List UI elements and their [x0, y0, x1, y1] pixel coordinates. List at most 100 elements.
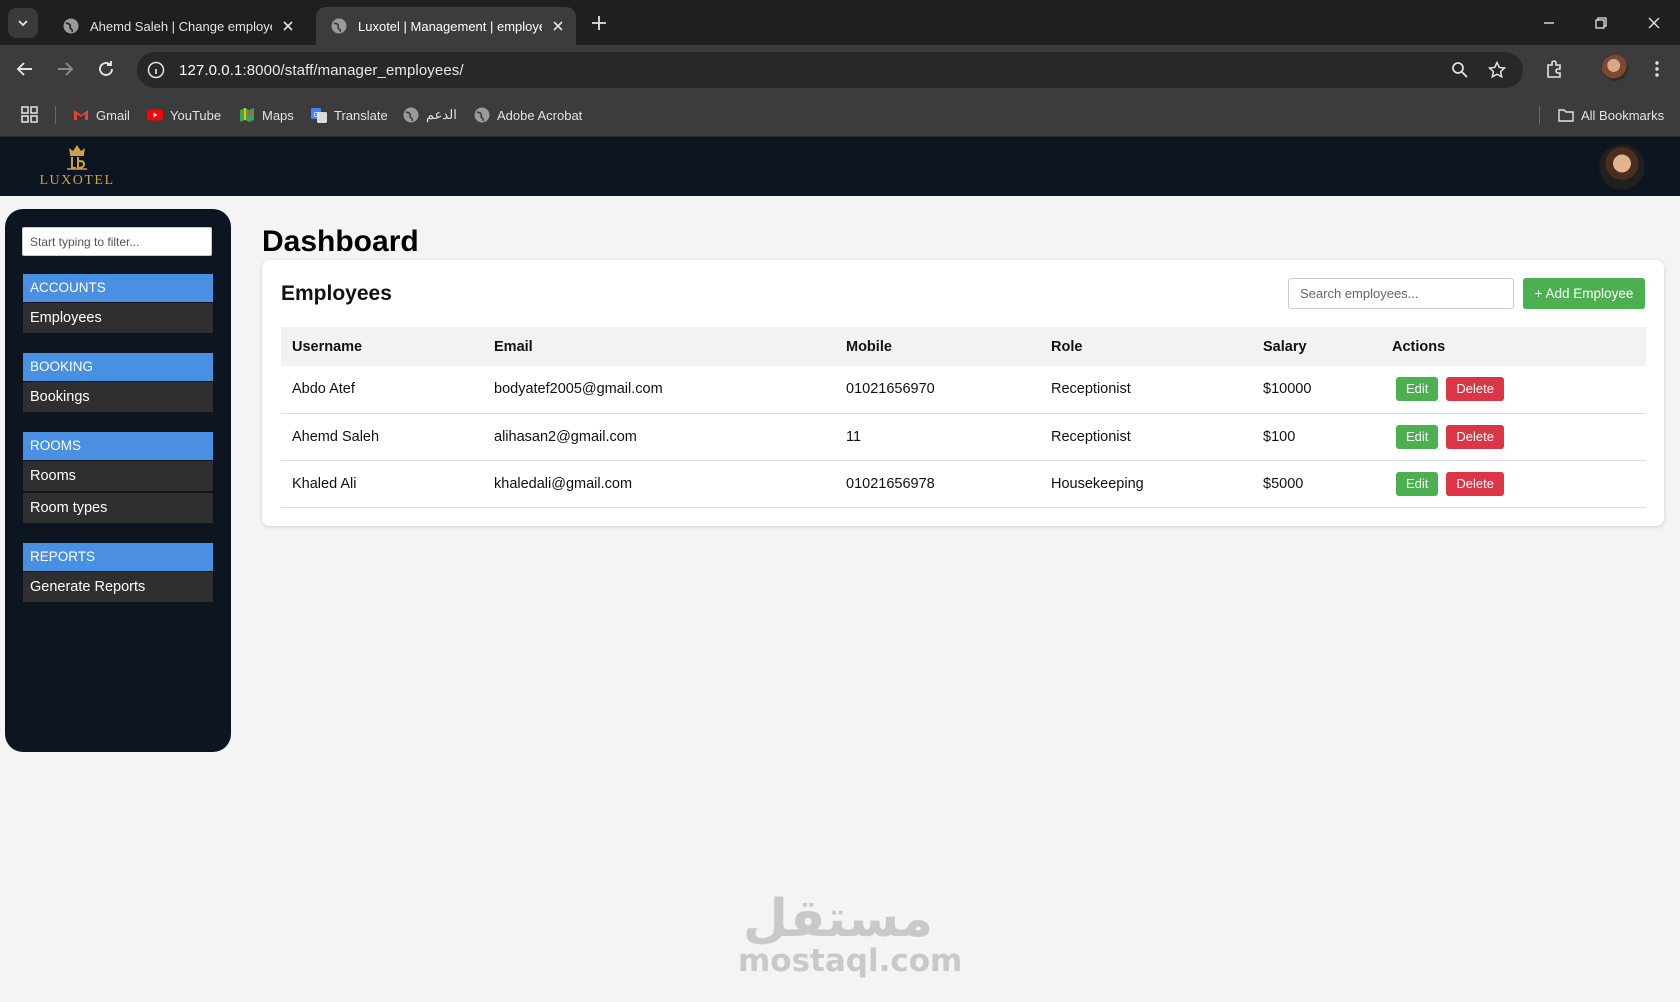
cell-mobile: 01021656970 — [835, 366, 1040, 414]
sidebar-item-employees[interactable]: Employees — [23, 303, 213, 333]
sidebar-section-reports[interactable]: REPORTS — [23, 543, 213, 571]
watermark-latin: mostaql.com — [738, 943, 963, 979]
luxotel-logo[interactable]: LUXOTEL — [38, 139, 116, 193]
youtube-icon — [147, 109, 163, 121]
sidebar-section-rooms[interactable]: ROOMS — [23, 432, 213, 460]
column-header-actions: Actions — [1381, 327, 1646, 366]
bookmarks-separator — [1539, 106, 1540, 124]
cell-username: Abdo Atef — [281, 366, 483, 414]
bookmark-translate[interactable]: G Translate — [310, 104, 388, 126]
bookmark-label: الدعم — [426, 107, 457, 122]
bookmark-label: Gmail — [96, 107, 130, 123]
user-avatar[interactable] — [1599, 144, 1645, 190]
star-bookmark-icon[interactable] — [1487, 60, 1507, 80]
cell-salary: $5000 — [1252, 460, 1381, 508]
sidebar-item-bookings[interactable]: Bookings — [23, 382, 213, 412]
edit-button[interactable]: Edit — [1396, 377, 1439, 402]
tab-title: Ahemd Saleh | Change employee | — [90, 18, 272, 34]
column-header-username[interactable]: Username — [281, 327, 483, 366]
tab-luxotel-management[interactable]: Luxotel | Management | employee — [316, 7, 576, 45]
gmail-icon — [74, 110, 88, 120]
cell-mobile: 01021656978 — [835, 460, 1040, 508]
bookmark-label: Maps — [262, 107, 294, 123]
sidebar-item-room-types[interactable]: Room types — [23, 493, 213, 523]
reload-icon[interactable] — [94, 57, 118, 81]
cell-email: bodyatef2005@gmail.com — [483, 366, 835, 414]
sidebar-section-booking[interactable]: BOOKING — [23, 353, 213, 381]
close-icon[interactable] — [280, 18, 296, 34]
zoom-icon[interactable] — [1450, 60, 1470, 80]
table-row: Abdo Atef bodyatef2005@gmail.com 0102165… — [281, 366, 1646, 414]
apps-grid-icon[interactable] — [20, 105, 39, 124]
window-close-icon[interactable] — [1643, 12, 1665, 34]
column-header-salary[interactable]: Salary — [1252, 327, 1381, 366]
extensions-puzzle-icon[interactable] — [1543, 57, 1567, 81]
employee-search-input[interactable] — [1288, 278, 1514, 309]
card-title: Employees — [281, 282, 392, 305]
cell-email: khaledali@gmail.com — [483, 460, 835, 508]
delete-button[interactable]: Delete — [1446, 424, 1504, 449]
cell-actions: Edit Delete — [1381, 460, 1646, 508]
tab-search-button[interactable] — [8, 8, 38, 38]
edit-button[interactable]: Edit — [1396, 424, 1439, 449]
globe-icon — [63, 18, 79, 34]
bookmark-gmail[interactable]: Gmail — [72, 104, 130, 126]
folder-icon — [1558, 109, 1574, 122]
watermark-arabic: مستقل — [742, 889, 934, 949]
restore-icon[interactable] — [1590, 12, 1612, 34]
edit-button[interactable]: Edit — [1396, 471, 1439, 496]
sidebar-section-accounts[interactable]: ACCOUNTS — [23, 274, 213, 302]
new-tab-plus-icon[interactable] — [588, 12, 610, 34]
cell-salary: $100 — [1252, 413, 1381, 461]
bookmark-maps[interactable]: Maps — [238, 104, 294, 126]
chevron-down-icon — [18, 20, 28, 27]
table-row: Khaled Ali khaledali@gmail.com 010216569… — [281, 460, 1646, 508]
url-text: 127.0.0.1:8000/staff/manager_employees/ — [179, 62, 464, 79]
tab-change-employee[interactable]: Ahemd Saleh | Change employee | — [48, 7, 306, 45]
cell-email: alihasan2@gmail.com — [483, 413, 835, 461]
maps-icon — [240, 108, 254, 122]
cell-role: Receptionist — [1040, 413, 1252, 461]
all-bookmarks-label: All Bookmarks — [1581, 107, 1665, 123]
translate-icon: G — [311, 108, 327, 123]
bookmark-adobe-acrobat[interactable]: Adobe Acrobat — [473, 104, 582, 126]
table-row: Ahemd Saleh alihasan2@gmail.com 11 Recep… — [281, 413, 1646, 461]
cell-actions: Edit Delete — [1381, 413, 1646, 461]
cell-mobile: 11 — [835, 413, 1040, 461]
column-header-email[interactable]: Email — [483, 327, 835, 366]
cell-username: Khaled Ali — [281, 460, 483, 508]
browser-tabstrip: Ahemd Saleh | Change employee | Luxotel … — [0, 0, 1680, 45]
forward-arrow-icon[interactable] — [53, 57, 77, 81]
add-employee-button[interactable]: + Add Employee — [1523, 278, 1645, 309]
mostaql-watermark: مستقل mostaql.com — [738, 889, 963, 979]
cell-username: Ahemd Saleh — [281, 413, 483, 461]
more-vertical-icon[interactable] — [1645, 57, 1669, 81]
minimize-icon[interactable] — [1538, 12, 1560, 34]
sidebar-filter-input[interactable] — [22, 227, 212, 256]
app-header: LUXOTEL — [0, 137, 1680, 196]
svg-text:G: G — [314, 111, 319, 119]
bookmark-label: YouTube — [170, 107, 222, 123]
employees-card: Employees + Add Employee Username Email … — [262, 260, 1664, 526]
url-path: :8000/staff/manager_employees/ — [242, 62, 464, 79]
column-header-role[interactable]: Role — [1040, 327, 1252, 366]
cell-role: Receptionist — [1040, 366, 1252, 414]
sidebar-item-generate-reports[interactable]: Generate Reports — [23, 572, 213, 602]
column-header-mobile[interactable]: Mobile — [835, 327, 1040, 366]
logo-text: LUXOTEL — [39, 173, 115, 188]
sidebar: ACCOUNTS Employees BOOKING Bookings ROOM… — [5, 209, 231, 752]
close-icon[interactable] — [550, 18, 566, 34]
bookmarks-separator — [55, 106, 56, 124]
profile-avatar[interactable] — [1602, 55, 1628, 81]
bookmark-support[interactable]: الدعم — [402, 104, 457, 126]
all-bookmarks[interactable]: All Bookmarks — [1557, 104, 1664, 126]
address-bar[interactable]: 127.0.0.1:8000/staff/manager_employees/ — [137, 52, 1523, 88]
sidebar-item-rooms[interactable]: Rooms — [23, 461, 213, 491]
back-arrow-icon[interactable] — [13, 57, 37, 81]
site-info-icon[interactable] — [146, 60, 166, 80]
delete-button[interactable]: Delete — [1446, 377, 1504, 402]
bookmark-youtube[interactable]: YouTube — [146, 104, 221, 126]
table-header-row: Username Email Mobile Role Salary Action… — [281, 327, 1646, 366]
delete-button[interactable]: Delete — [1446, 471, 1504, 496]
tab-title: Luxotel | Management | employee — [358, 18, 542, 34]
